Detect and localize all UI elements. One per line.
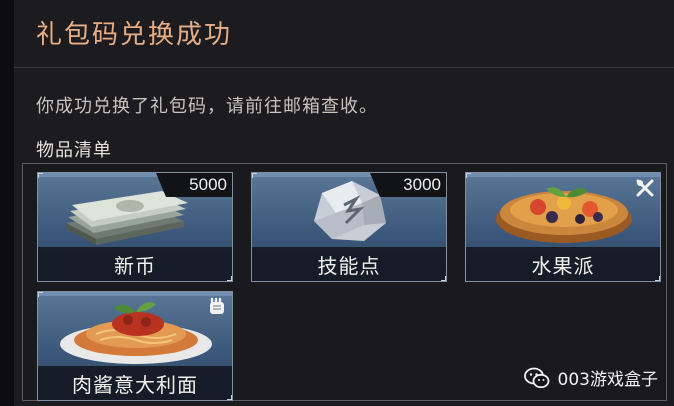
- redeem-message: 你成功兑换了礼包码，请前往邮箱查收。: [36, 96, 378, 117]
- corner-mark: [655, 276, 660, 281]
- corner-mark: [227, 276, 232, 281]
- wechat-icon: [523, 367, 549, 388]
- item-card-spaghetti[interactable]: 肉酱意大利面: [37, 291, 233, 401]
- corner-mark: [38, 292, 43, 297]
- item-card-skill-points[interactable]: 3000 技能点: [251, 172, 447, 282]
- spaghetti-bolognese-icon: [60, 302, 212, 364]
- item-name: 技能点: [252, 247, 446, 281]
- item-quantity: 5000: [156, 173, 232, 197]
- item-name: 新币: [38, 247, 232, 281]
- item-name: 肉酱意大利面: [38, 366, 232, 400]
- item-card-fruit-pie[interactable]: 水果派: [465, 172, 661, 282]
- fruit-pie-icon: [496, 187, 632, 243]
- left-rail: [0, 0, 14, 406]
- corner-mark: [466, 173, 471, 178]
- item-list-label: 物品清单: [36, 140, 112, 161]
- corner-mark: [38, 173, 43, 178]
- watermark-text: 003游戏盒子: [557, 370, 658, 390]
- watermark: 003游戏盒子: [523, 365, 658, 390]
- item-name: 水果派: [466, 247, 660, 281]
- dialog-title-bar: 礼包码兑换成功: [14, 0, 674, 68]
- item-quantity: 3000: [370, 173, 446, 197]
- corner-mark: [441, 276, 446, 281]
- corner-mark: [227, 395, 232, 400]
- corner-mark: [252, 173, 257, 178]
- crossed-utensils-icon: [636, 179, 654, 197]
- fist-icon: [210, 297, 224, 314]
- dialog-title: 礼包码兑换成功: [36, 20, 233, 50]
- item-card-coins[interactable]: 5000 新币: [37, 172, 233, 282]
